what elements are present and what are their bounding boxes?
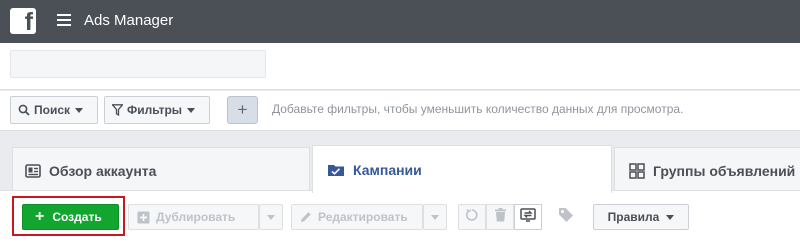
search-dropdown-button[interactable]: Поиск [10, 96, 98, 124]
tab-label: Кампании [353, 161, 422, 178]
chevron-down-icon [267, 214, 275, 220]
compare-button[interactable] [514, 204, 542, 230]
add-filter-button[interactable]: + [227, 96, 258, 124]
chevron-down-icon [75, 107, 84, 113]
edit-dropdown-button[interactable] [423, 204, 447, 230]
hamburger-menu-icon[interactable] [57, 14, 71, 26]
tabs-area: Обзор аккаунта Кампании Группы объявлени… [0, 131, 800, 193]
filters-dropdown-button[interactable]: Фильтры [104, 96, 210, 124]
rules-label: Правила [607, 210, 660, 224]
top-bar: f Ads Manager [0, 0, 800, 43]
account-strip [0, 43, 800, 90]
tag-button[interactable] [552, 204, 580, 230]
funnel-icon [112, 104, 123, 116]
create-label: Создать [52, 210, 102, 224]
duplicate-dropdown-button[interactable] [259, 204, 283, 230]
tab-label: Группы объявлений [653, 162, 796, 179]
chevron-down-icon [187, 107, 196, 113]
edit-label: Редактировать [318, 210, 408, 224]
restore-button[interactable] [458, 204, 486, 230]
chevron-down-icon [431, 214, 439, 220]
trash-icon [494, 207, 507, 227]
chevron-down-icon [666, 214, 675, 220]
tab-label: Обзор аккаунта [49, 162, 157, 179]
duplicate-button[interactable]: Дублировать [128, 204, 259, 230]
pencil-icon [300, 211, 312, 223]
restore-icon [465, 208, 479, 227]
tab-ad-sets[interactable]: Группы объявлений [614, 147, 800, 193]
filter-row: Поиск Фильтры + Добавьте фильтры, чтобы … [0, 91, 800, 131]
filter-hint-text: Добавьте фильтры, чтобы уменьшить количе… [272, 102, 684, 116]
tab-campaigns[interactable]: Кампании [312, 145, 612, 193]
plus-icon: + [35, 208, 45, 225]
account-overview-icon [25, 163, 41, 178]
facebook-logo-icon[interactable]: f [10, 8, 36, 35]
app-title[interactable]: Ads Manager [84, 12, 173, 29]
campaign-toolbar: + Создать Дублировать Редактировать Прав… [0, 190, 800, 242]
tag-icon [558, 207, 574, 228]
duplicate-label: Дублировать [156, 210, 236, 224]
tab-account-overview[interactable]: Обзор аккаунта [12, 147, 310, 193]
duplicate-icon [137, 211, 150, 224]
edit-button[interactable]: Редактировать [291, 204, 423, 230]
create-button[interactable]: + Создать [22, 204, 119, 230]
account-selector[interactable] [10, 50, 266, 78]
compare-icon [520, 207, 536, 227]
filters-label: Фильтры [127, 103, 183, 117]
grid-icon [629, 162, 645, 179]
search-icon [18, 104, 30, 116]
rules-dropdown-button[interactable]: Правила [593, 204, 689, 230]
folder-icon [327, 163, 345, 177]
search-label: Поиск [34, 103, 71, 117]
delete-button[interactable] [486, 204, 514, 230]
